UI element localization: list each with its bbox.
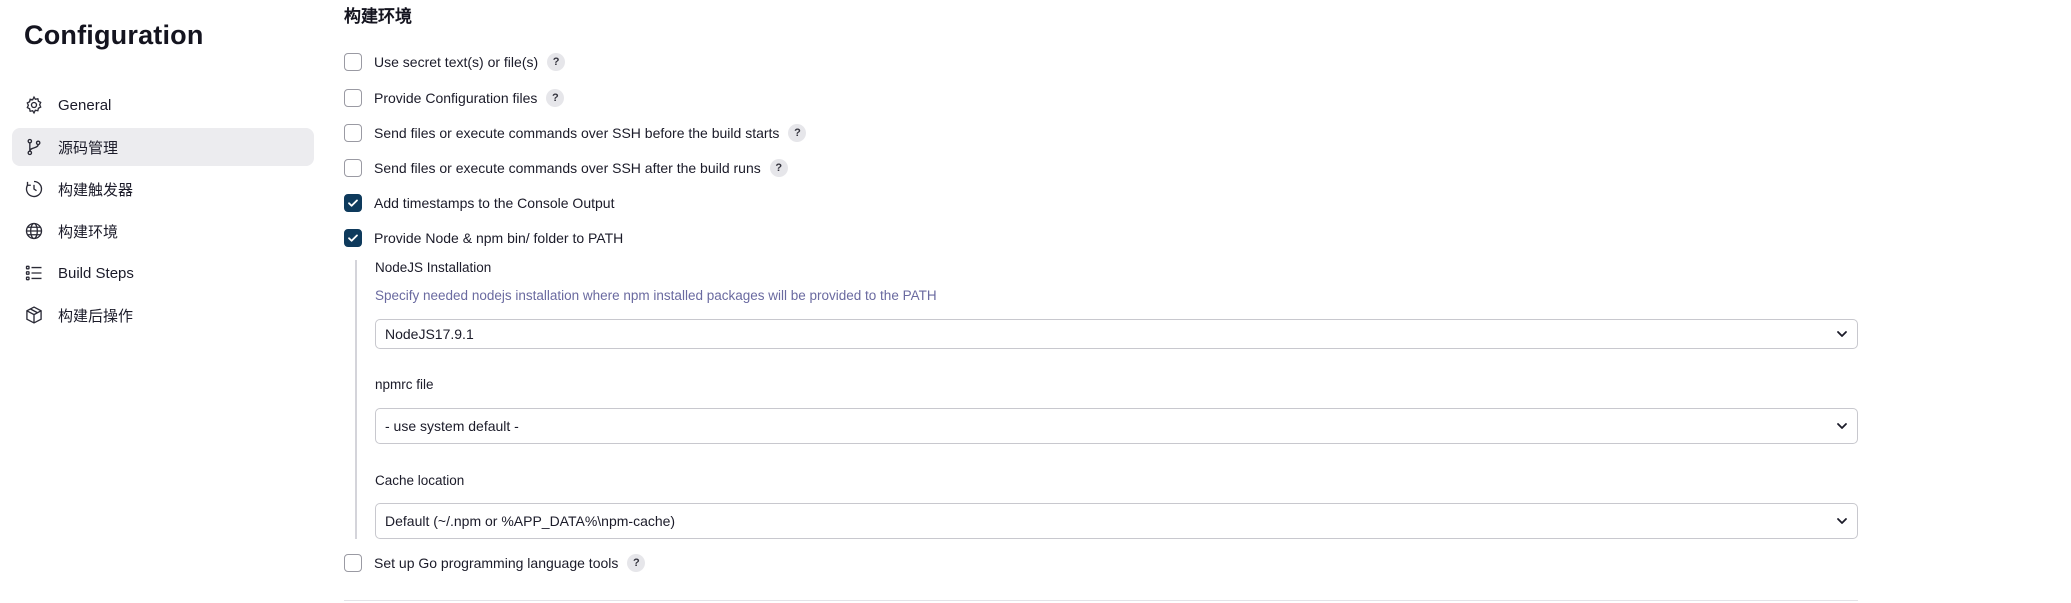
sidebar-item-source-control[interactable]: 源码管理: [12, 128, 314, 166]
checkbox-checked[interactable]: [344, 194, 362, 212]
configuration-page: Configuration General 源码管理 构建触发器 构建环境 Bu…: [0, 0, 2071, 603]
option-go-tools: Set up Go programming language tools ?: [344, 551, 646, 575]
nodejs-installation-select[interactable]: NodeJS17.9.1: [375, 319, 1858, 349]
nodejs-installation-description: Specify needed nodejs installation where…: [375, 288, 937, 303]
option-secret-text: Use secret text(s) or file(s) ?: [344, 50, 566, 74]
page-title: Configuration: [24, 20, 204, 50]
sidebar-item-label: 构建后操作: [58, 307, 134, 325]
option-label: Send files or execute commands over SSH …: [374, 125, 780, 141]
chevron-down-icon: [1837, 331, 1847, 337]
list-icon: [24, 263, 44, 283]
help-icon[interactable]: ?: [546, 89, 565, 107]
help-icon[interactable]: ?: [627, 554, 646, 572]
option-label: Send files or execute commands over SSH …: [374, 160, 761, 176]
checkbox[interactable]: [344, 159, 362, 177]
sidebar-item-build-steps[interactable]: Build Steps: [12, 254, 314, 292]
sidebar-item-post-build-actions[interactable]: 构建后操作: [12, 296, 314, 334]
clock-icon: [24, 179, 44, 199]
sidebar: Configuration General 源码管理 构建触发器 构建环境 Bu…: [0, 0, 320, 603]
section-title: 构建环境: [344, 7, 412, 26]
checkbox[interactable]: [344, 89, 362, 107]
node-settings-panel: NodeJS Installation Specify needed nodej…: [355, 260, 1858, 539]
sidebar-item-build-triggers[interactable]: 构建触发器: [12, 170, 314, 208]
package-icon: [24, 305, 44, 325]
check-icon: [348, 234, 358, 242]
help-icon[interactable]: ?: [788, 124, 807, 142]
section-divider: [344, 600, 1858, 601]
check-icon: [348, 199, 358, 207]
sidebar-nav: General 源码管理 构建触发器 构建环境 Build Steps 构建后操…: [12, 86, 314, 338]
option-node-npm: Provide Node & npm bin/ folder to PATH: [344, 226, 623, 250]
option-label: Set up Go programming language tools: [374, 555, 619, 571]
help-icon[interactable]: ?: [547, 53, 566, 71]
option-label: Use secret text(s) or file(s): [374, 54, 539, 70]
option-label: Provide Node & npm bin/ folder to PATH: [374, 230, 624, 246]
option-label: Provide Configuration files: [374, 90, 538, 106]
sidebar-item-general[interactable]: General: [12, 86, 314, 124]
checkbox[interactable]: [344, 554, 362, 572]
select-value: NodeJS17.9.1: [385, 326, 474, 342]
option-ssh-after: Send files or execute commands over SSH …: [344, 156, 788, 180]
option-timestamps: Add timestamps to the Console Output: [344, 191, 614, 215]
option-config-files: Provide Configuration files ?: [344, 86, 565, 110]
nodejs-installation-label: NodeJS Installation: [375, 260, 492, 275]
cache-location-label: Cache location: [375, 473, 465, 488]
sidebar-item-label: 构建触发器: [58, 181, 134, 199]
help-icon[interactable]: ?: [769, 159, 788, 177]
checkbox[interactable]: [344, 53, 362, 71]
sidebar-item-label: 构建环境: [58, 223, 119, 241]
npmrc-file-label: npmrc file: [375, 377, 434, 392]
sidebar-item-label: 源码管理: [58, 139, 119, 157]
checkbox[interactable]: [344, 124, 362, 142]
cache-location-select[interactable]: Default (~/.npm or %APP_DATA%\npm-cache): [375, 503, 1858, 539]
globe-icon: [24, 221, 44, 241]
select-value: - use system default -: [385, 418, 519, 434]
sidebar-item-label: General: [58, 96, 112, 114]
select-value: Default (~/.npm or %APP_DATA%\npm-cache): [385, 513, 676, 529]
chevron-down-icon: [1837, 423, 1847, 429]
sidebar-item-build-environment[interactable]: 构建环境: [12, 212, 314, 250]
option-label: Add timestamps to the Console Output: [374, 195, 615, 211]
chevron-down-icon: [1837, 518, 1847, 524]
gear-icon: [24, 95, 44, 115]
branch-icon: [24, 137, 44, 157]
npmrc-file-select[interactable]: - use system default -: [375, 408, 1858, 444]
checkbox-checked[interactable]: [344, 229, 362, 247]
option-ssh-before: Send files or execute commands over SSH …: [344, 121, 807, 145]
sidebar-item-label: Build Steps: [58, 264, 134, 282]
